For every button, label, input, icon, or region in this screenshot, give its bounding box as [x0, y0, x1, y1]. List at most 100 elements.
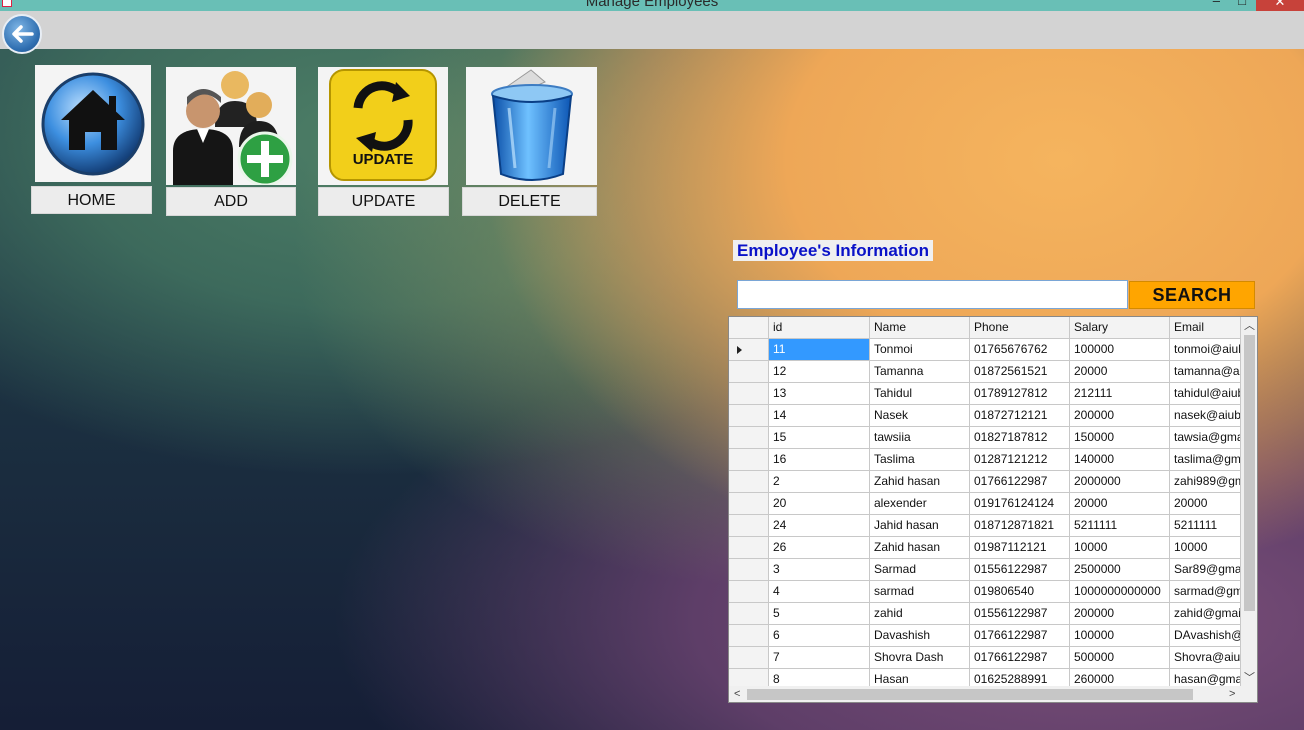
cell-id[interactable]: 5 [769, 603, 870, 625]
scroll-right-icon[interactable]: > [1229, 686, 1235, 702]
cell-id[interactable]: 15 [769, 427, 870, 449]
cell-salary[interactable]: 140000 [1070, 449, 1170, 471]
cell-email[interactable]: 5211111 [1170, 515, 1241, 537]
row-header[interactable] [729, 427, 769, 449]
add-tile[interactable]: ADD [166, 67, 297, 216]
cell-phone[interactable]: 01556122987 [970, 603, 1070, 625]
cell-phone[interactable]: 019806540 [970, 581, 1070, 603]
column-header-salary[interactable]: Salary [1070, 317, 1170, 339]
cell-name[interactable]: Sarmad [870, 559, 970, 581]
cell-id[interactable]: 16 [769, 449, 870, 471]
home-tile[interactable]: HOME [31, 65, 152, 215]
table-row[interactable]: 3Sarmad015561229872500000Sar89@gmail.c [729, 559, 1241, 581]
table-row[interactable]: 20 alexender 019176124124 20000 20000 [729, 493, 1241, 515]
delete-tile[interactable]: DELETE [462, 67, 597, 216]
vertical-scrollbar[interactable]: ︿ ﹀ [1241, 317, 1257, 687]
table-row[interactable]: 5zahid01556122987200000zahid@gmail.c [729, 603, 1241, 625]
delete-button[interactable] [466, 67, 597, 185]
cell-salary[interactable]: 500000 [1070, 647, 1170, 669]
table-row[interactable]: 4sarmad0198065401000000000000sarmad@gmai [729, 581, 1241, 603]
cell-name[interactable]: Davashish [870, 625, 970, 647]
column-header-phone[interactable]: Phone [970, 317, 1070, 339]
cell-salary[interactable]: 20000 [1070, 493, 1170, 515]
minimize-button[interactable]: – [1213, 0, 1220, 8]
home-button[interactable] [35, 65, 151, 182]
cell-id[interactable]: 14 [769, 405, 870, 427]
update-tile[interactable]: UPDATE UPDATE [318, 67, 449, 216]
cell-id[interactable]: 20 [769, 493, 870, 515]
cell-email[interactable]: DAvashish@g [1170, 625, 1241, 647]
table-row[interactable]: 12Tamanna0187256152120000tamanna@aiub [729, 361, 1241, 383]
cell-id[interactable]: 6 [769, 625, 870, 647]
cell-salary[interactable]: 212111 [1070, 383, 1170, 405]
cell-salary[interactable]: 100000 [1070, 339, 1170, 361]
table-row[interactable]: 7Shovra Dash01766122987500000Shovra@aiub… [729, 647, 1241, 669]
cell-name[interactable]: Zahid hasan [870, 537, 970, 559]
cell-email[interactable]: zahid@gmail.c [1170, 603, 1241, 625]
cell-phone[interactable]: 01987112121 [970, 537, 1070, 559]
cell-phone[interactable]: 01872561521 [970, 361, 1070, 383]
update-label[interactable]: UPDATE [318, 187, 449, 216]
cell-phone[interactable]: 01765676762 [970, 339, 1070, 361]
cell-salary[interactable]: 2500000 [1070, 559, 1170, 581]
cell-email[interactable]: tahidul@aiub.e [1170, 383, 1241, 405]
cell-name[interactable]: sarmad [870, 581, 970, 603]
row-header[interactable] [729, 581, 769, 603]
cell-name[interactable]: Tamanna [870, 361, 970, 383]
cell-salary[interactable]: 20000 [1070, 361, 1170, 383]
cell-phone[interactable]: 019176124124 [970, 493, 1070, 515]
cell-salary[interactable]: 1000000000000 [1070, 581, 1170, 603]
column-header-email[interactable]: Email [1170, 317, 1241, 339]
cell-email[interactable]: tawsia@gmail. [1170, 427, 1241, 449]
scroll-up-icon[interactable]: ︿ [1241, 317, 1257, 333]
table-row[interactable]: 2Zahid hasan017661229872000000zahi989@gm… [729, 471, 1241, 493]
cell-phone[interactable]: 01556122987 [970, 559, 1070, 581]
column-header-name[interactable]: Name [870, 317, 970, 339]
cell-phone[interactable]: 01827187812 [970, 427, 1070, 449]
row-header[interactable] [729, 449, 769, 471]
maximize-button[interactable]: □ [1238, 0, 1246, 8]
table-row[interactable]: 26 Zahid hasan 01987112121 10000 10000 [729, 537, 1241, 559]
cell-name[interactable]: Zahid hasan [870, 471, 970, 493]
cell-salary[interactable]: 10000 [1070, 537, 1170, 559]
row-header[interactable] [729, 647, 769, 669]
row-header[interactable] [729, 603, 769, 625]
cell-phone[interactable]: 018712871821 [970, 515, 1070, 537]
cell-salary[interactable]: 2000000 [1070, 471, 1170, 493]
close-button[interactable]: ✕ [1256, 0, 1304, 11]
update-button[interactable]: UPDATE [318, 67, 448, 185]
cell-name[interactable]: Tonmoi [870, 339, 970, 361]
cell-id[interactable]: 12 [769, 361, 870, 383]
scroll-left-icon[interactable]: < [734, 686, 740, 702]
column-header-id[interactable]: id [769, 317, 870, 339]
table-row[interactable]: 24 Jahid hasan 018712871821 5211111 5211111 [729, 515, 1241, 537]
cell-name[interactable]: alexender [870, 493, 970, 515]
table-row[interactable]: 15tawsiia01827187812150000tawsia@gmail. [729, 427, 1241, 449]
cell-phone[interactable]: 01766122987 [970, 471, 1070, 493]
cell-id[interactable]: 3 [769, 559, 870, 581]
cell-email[interactable]: sarmad@gmai [1170, 581, 1241, 603]
table-row[interactable]: 6Davashish01766122987100000DAvashish@g [729, 625, 1241, 647]
table-row[interactable]: 11Tonmoi01765676762100000tonmoi@aiub.e [729, 339, 1241, 361]
cell-name[interactable]: Nasek [870, 405, 970, 427]
cell-name[interactable]: Tahidul [870, 383, 970, 405]
cell-name[interactable]: tawsiia [870, 427, 970, 449]
cell-phone[interactable]: 01766122987 [970, 647, 1070, 669]
row-header[interactable] [729, 471, 769, 493]
cell-name[interactable]: zahid [870, 603, 970, 625]
row-header[interactable] [729, 515, 769, 537]
cell-id[interactable]: 4 [769, 581, 870, 603]
add-button[interactable] [166, 67, 296, 185]
cell-email[interactable]: zahi989@gma [1170, 471, 1241, 493]
cell-email[interactable]: Shovra@aiub. [1170, 647, 1241, 669]
table-row[interactable]: 13Tahidul01789127812212111tahidul@aiub.e [729, 383, 1241, 405]
cell-id[interactable]: 13 [769, 383, 870, 405]
cell-id[interactable]: 24 [769, 515, 870, 537]
cell-id[interactable]: 7 [769, 647, 870, 669]
cell-email[interactable]: 10000 [1170, 537, 1241, 559]
employee-grid[interactable]: id Name Phone Salary Email 11 Tonmoi 01765… [728, 316, 1258, 703]
row-header[interactable] [729, 339, 769, 361]
cell-email[interactable]: taslima@gmail [1170, 449, 1241, 471]
cell-salary[interactable]: 100000 [1070, 625, 1170, 647]
cell-phone[interactable]: 01287121212 [970, 449, 1070, 471]
